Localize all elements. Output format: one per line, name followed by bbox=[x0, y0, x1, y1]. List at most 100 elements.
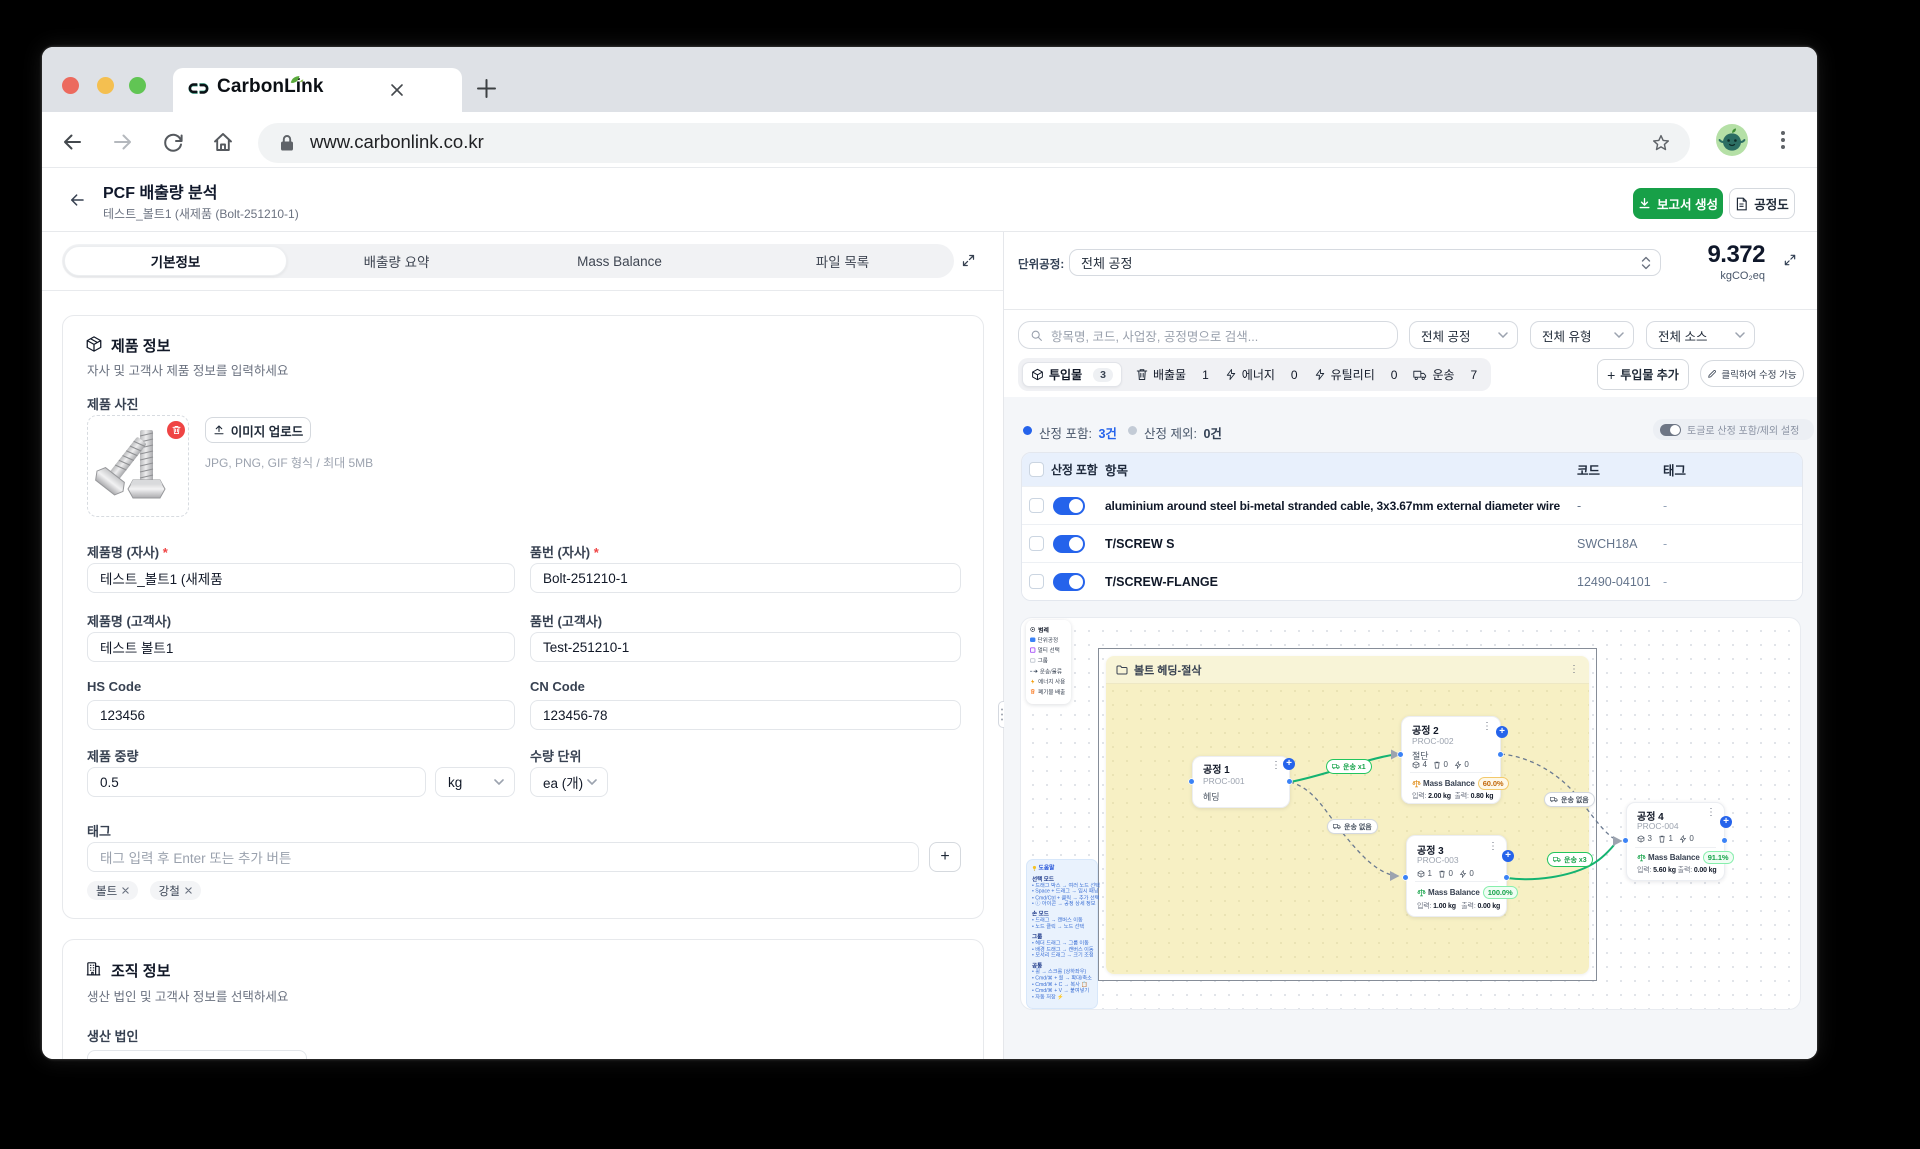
node-add-button[interactable]: + bbox=[1283, 758, 1295, 770]
cube-icon bbox=[1417, 869, 1425, 878]
node-menu-icon[interactable]: ⋮ bbox=[1271, 761, 1281, 771]
table-row[interactable]: T/SCREW S SWCH18A - bbox=[1022, 524, 1802, 562]
process-node-4[interactable]: 공정 4 ⋮ PROC-004 3 1 0 Mass Balance 91.1%… bbox=[1626, 802, 1734, 881]
left-expand-icon[interactable] bbox=[961, 253, 976, 268]
row-checkbox[interactable] bbox=[1029, 498, 1044, 513]
org-info-card: 조직 정보 생산 법인 및 고객사 정보를 선택하세요 생산 법인 bbox=[62, 939, 984, 1059]
category-energy-chip[interactable]: 에너지 0 bbox=[1217, 366, 1306, 383]
edge-label-transport-x3[interactable]: 운송 x3 bbox=[1547, 852, 1593, 867]
filter-source-select[interactable]: 전체 소스 bbox=[1646, 321, 1755, 349]
category-utility-chip[interactable]: 유틸리티 0 bbox=[1306, 366, 1406, 383]
left-panel: 기본정보 배출량 요약 Mass Balance 파일 목록 제품 정보 자사 … bbox=[42, 232, 1003, 1059]
node-handle[interactable] bbox=[1504, 875, 1509, 880]
filter-process-select[interactable]: 전체 공정 bbox=[1409, 321, 1518, 349]
search-input[interactable]: 항목명, 코드, 사업장, 공정명으로 검색... bbox=[1018, 321, 1398, 349]
tab-close-icon[interactable] bbox=[390, 83, 404, 97]
part-self-input[interactable]: Bolt-251210-1 bbox=[530, 563, 961, 593]
node-mass-balance: Mass Balance 91.1% bbox=[1637, 851, 1734, 864]
producer-select[interactable] bbox=[87, 1050, 307, 1059]
edge-label-no-transport[interactable]: 운송 없음 bbox=[1327, 819, 1378, 834]
tab-mass-balance[interactable]: Mass Balance bbox=[508, 244, 731, 278]
category-output-chip[interactable]: 배출물 1 bbox=[1128, 366, 1217, 383]
node-handle[interactable] bbox=[1498, 752, 1503, 757]
node-handle[interactable] bbox=[1722, 838, 1727, 843]
node-menu-icon[interactable]: ⋮ bbox=[1488, 842, 1498, 852]
node-menu-icon[interactable]: ⋮ bbox=[1482, 722, 1492, 732]
truck-icon bbox=[1550, 797, 1558, 803]
forward-icon[interactable] bbox=[111, 130, 135, 154]
process-flow-canvas[interactable]: 볼트 헤딩-절삭 ⋮ 운송 x1 운송 없음 운송 없음 운송 x3 공정 1 … bbox=[1020, 617, 1801, 1010]
process-node-3[interactable]: 공정 3 ⋮ PROC-003 1 0 0 Mass Balance 100.0… bbox=[1406, 835, 1518, 917]
image-upload-button[interactable]: 이미지 업로드 bbox=[205, 417, 311, 443]
process-node-2[interactable]: 공정 2 ⋮ PROC-002 절단 4 0 0 Mass Balance 60… bbox=[1401, 716, 1509, 804]
tag-remove-icon[interactable] bbox=[185, 887, 192, 894]
tab-file-list[interactable]: 파일 목록 bbox=[731, 244, 954, 278]
row-include-toggle[interactable] bbox=[1053, 534, 1085, 553]
hs-code-input[interactable]: 123456 bbox=[87, 700, 515, 730]
row-include-toggle[interactable] bbox=[1053, 572, 1085, 591]
unit-process-select[interactable]: 전체 공정 bbox=[1069, 249, 1661, 276]
node-handle[interactable] bbox=[1189, 779, 1194, 784]
tag-add-button[interactable]: + bbox=[929, 842, 961, 872]
page-back-icon[interactable] bbox=[68, 191, 86, 209]
edge-label-no-transport[interactable]: 운송 없음 bbox=[1544, 792, 1595, 807]
tag-chip[interactable]: 강철 bbox=[149, 881, 201, 900]
tab-emission-summary[interactable]: 배출량 요약 bbox=[285, 244, 508, 278]
avatar[interactable] bbox=[1716, 124, 1748, 156]
traffic-close-button[interactable] bbox=[62, 77, 79, 94]
edge-label-transport-x1[interactable]: 운송 x1 bbox=[1326, 759, 1372, 774]
process-map-button[interactable]: 공정도 bbox=[1729, 188, 1795, 219]
tab-basic-info[interactable]: 기본정보 bbox=[64, 246, 287, 276]
tag-remove-icon[interactable] bbox=[122, 887, 129, 894]
chevron-down-icon bbox=[587, 779, 597, 785]
filter-type-select[interactable]: 전체 유형 bbox=[1530, 321, 1634, 349]
browser-tab[interactable]: CarbonLink bbox=[173, 68, 462, 112]
node-add-button[interactable]: + bbox=[1720, 816, 1732, 828]
home-icon[interactable] bbox=[211, 130, 235, 154]
category-input-chip[interactable]: 투입물 3 bbox=[1022, 362, 1122, 387]
part-cust-input[interactable]: Test-251210-1 bbox=[530, 632, 961, 662]
qty-unit-select[interactable]: ea (개) bbox=[530, 767, 608, 797]
bookmark-star-icon[interactable] bbox=[1651, 133, 1671, 153]
browser-menu-icon[interactable] bbox=[1776, 129, 1790, 151]
cn-code-input[interactable]: 123456-78 bbox=[530, 700, 961, 730]
row-checkbox[interactable] bbox=[1029, 574, 1044, 589]
chevron-down-icon bbox=[1735, 332, 1745, 338]
row-include-toggle[interactable] bbox=[1053, 496, 1085, 515]
product-photo-box[interactable] bbox=[87, 415, 189, 517]
weight-input[interactable]: 0.5 bbox=[87, 767, 426, 797]
address-bar[interactable]: www.carbonlink.co.kr bbox=[258, 123, 1690, 163]
name-self-input[interactable]: 테스트_볼트1 (새제품 bbox=[87, 563, 515, 593]
traffic-minimize-button[interactable] bbox=[97, 77, 114, 94]
add-input-button[interactable]: + 투입물 추가 bbox=[1597, 359, 1689, 390]
node-handle[interactable] bbox=[1287, 779, 1292, 784]
traffic-zoom-button[interactable] bbox=[129, 77, 146, 94]
tag-input[interactable]: 태그 입력 후 Enter 또는 추가 버튼 bbox=[87, 842, 919, 872]
select-all-checkbox[interactable] bbox=[1029, 462, 1044, 477]
tag-chip[interactable]: 볼트 bbox=[87, 881, 139, 900]
toggle-mode-switch[interactable] bbox=[1660, 423, 1681, 436]
node-menu-icon[interactable]: ⋮ bbox=[1706, 808, 1716, 818]
table-row[interactable]: T/SCREW-FLANGE 12490-04101 - bbox=[1022, 562, 1802, 600]
weight-unit-select[interactable]: kg bbox=[435, 767, 515, 797]
truck-icon bbox=[1332, 764, 1340, 770]
name-cust-input[interactable]: 테스트 볼트1 bbox=[87, 632, 515, 662]
node-mass-balance: Mass Balance 60.0% bbox=[1412, 777, 1509, 790]
node-handle[interactable] bbox=[1398, 752, 1403, 757]
process-node-1[interactable]: 공정 1 ⋮ PROC-001 헤딩 + bbox=[1192, 756, 1295, 808]
node-add-button[interactable]: + bbox=[1502, 850, 1514, 862]
emission-expand-icon[interactable] bbox=[1783, 253, 1797, 267]
generate-report-button[interactable]: 보고서 생성 bbox=[1633, 188, 1723, 219]
back-icon[interactable] bbox=[60, 130, 84, 154]
node-handle[interactable] bbox=[1403, 875, 1408, 880]
reload-icon[interactable] bbox=[161, 130, 185, 154]
table-row[interactable]: aluminium around steel bi-metal stranded… bbox=[1022, 486, 1802, 524]
category-transport-chip[interactable]: 운송 7 bbox=[1405, 366, 1485, 383]
tab-basic-info-label: 기본정보 bbox=[150, 255, 201, 270]
left-tabbar: 기본정보 배출량 요약 Mass Balance 파일 목록 bbox=[62, 244, 954, 278]
row-checkbox[interactable] bbox=[1029, 536, 1044, 551]
new-tab-button[interactable] bbox=[476, 78, 497, 99]
node-add-button[interactable]: + bbox=[1496, 726, 1508, 738]
node-handle[interactable] bbox=[1623, 838, 1628, 843]
photo-delete-button[interactable] bbox=[167, 421, 185, 439]
